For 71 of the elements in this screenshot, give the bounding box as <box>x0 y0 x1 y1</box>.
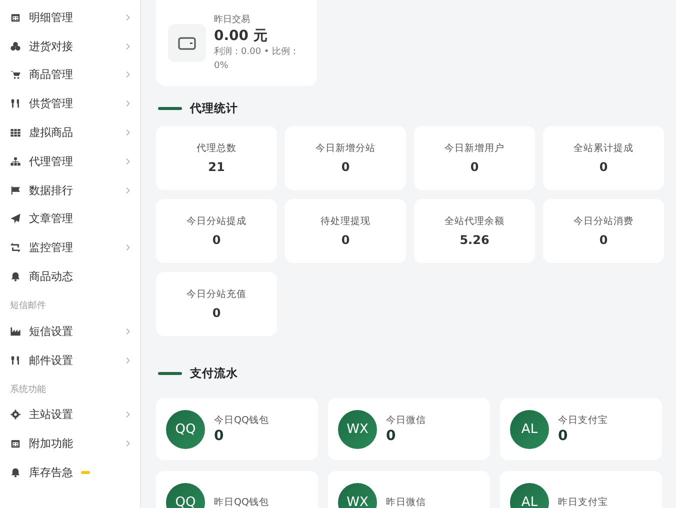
sidebar-item[interactable]: 商品管理 <box>0 60 140 90</box>
sidebar-item[interactable]: 进货对接 <box>0 32 140 61</box>
payment-value: 0 <box>214 428 225 444</box>
stat-label: 今日分站提成 <box>186 215 246 228</box>
stat-label: 今日新增用户 <box>444 142 504 155</box>
stat-value: 0 <box>212 233 221 247</box>
payment-avatar: QQ <box>166 410 205 448</box>
bell-icon <box>10 271 21 282</box>
grid-icon <box>10 127 21 138</box>
sidebar-item[interactable]: 明细管理 <box>0 3 140 32</box>
sidebar-heading: 短信邮件 <box>9 300 47 313</box>
stat-value: 21 <box>208 160 225 174</box>
payment-label: 昨日支付宝 <box>558 496 608 508</box>
calendar-icon <box>10 12 21 23</box>
stat-value: 0 <box>212 306 221 320</box>
stat-label: 今日分站消费 <box>574 215 634 228</box>
payment-label: 昨日QQ钱包 <box>214 496 269 508</box>
sidebar-item[interactable]: 商品动态 <box>0 262 140 291</box>
utensils-icon <box>10 354 21 366</box>
sidebar-item[interactable]: 邮件设置 <box>0 346 140 375</box>
paper-plane-icon <box>10 213 21 224</box>
payment-label: 今日微信 <box>386 414 426 427</box>
stat-value: 0 <box>341 160 350 174</box>
payment-label: 昨日微信 <box>386 496 426 508</box>
sidebar-item[interactable]: 供货管理 <box>0 89 140 118</box>
payment-label: 今日QQ钱包 <box>214 414 269 427</box>
retweet-icon <box>10 242 21 254</box>
cart-icon <box>10 69 21 80</box>
payment-value: 0 <box>558 428 569 444</box>
stat-label: 今日分站充值 <box>186 288 246 301</box>
sidebar-item[interactable]: 库存告急 <box>0 458 140 487</box>
calendar-icon <box>10 438 21 450</box>
sidebar-item[interactable]: 文章管理 <box>0 204 140 234</box>
stat-value: 0 <box>341 233 350 247</box>
sidebar-item[interactable]: 附加功能 <box>0 429 140 458</box>
sidebar-item[interactable]: 数据排行 <box>0 176 140 205</box>
stat-label: 待处理提现 <box>320 215 370 228</box>
stat-label: 全站累计提成 <box>574 142 634 155</box>
stat-label: 今日新增分站 <box>316 142 376 155</box>
payment-avatar: QQ <box>166 482 205 508</box>
bell-icon <box>10 467 21 478</box>
utensils-icon <box>10 98 21 110</box>
sidebar-item[interactable]: 监控管理 <box>0 233 140 262</box>
sidebar-item[interactable]: 短信设置 <box>0 316 140 346</box>
payment-avatar: WX <box>338 482 377 508</box>
payment-value: 0 <box>386 428 397 444</box>
payment-avatar: AL <box>510 482 549 508</box>
payment-avatar: AL <box>510 410 549 448</box>
sidebar-item[interactable]: 虚拟商品 <box>0 118 140 147</box>
payment-avatar: WX <box>338 410 377 448</box>
wallet-icon <box>168 24 206 62</box>
stat-value: 5.26 <box>460 233 490 247</box>
flag-icon <box>10 184 21 196</box>
stat-value: 0 <box>599 160 608 174</box>
sidebar-item[interactable]: 代理管理 <box>0 146 140 176</box>
summary-amount: 0.00 元 <box>214 27 268 46</box>
stat-label: 代理总数 <box>196 142 236 155</box>
sitemap-icon <box>10 156 21 167</box>
summary-detail: 利润：0.00 • 比例：0% <box>214 46 300 72</box>
sidebar-item[interactable]: 主站设置 <box>0 400 140 430</box>
sidebar-heading: 系统功能 <box>9 384 47 397</box>
stat-label: 全站代理余额 <box>444 215 504 228</box>
stat-value: 0 <box>470 160 479 174</box>
section-accent-line <box>158 107 182 110</box>
cubes-icon <box>10 40 21 52</box>
summary-label: 昨日交易 <box>214 14 251 26</box>
section-accent-line <box>158 372 182 375</box>
section-title: 支付流水 <box>190 366 238 381</box>
section-title: 代理统计 <box>190 101 238 116</box>
payment-label: 今日支付宝 <box>558 414 608 427</box>
stat-value: 0 <box>599 233 608 247</box>
